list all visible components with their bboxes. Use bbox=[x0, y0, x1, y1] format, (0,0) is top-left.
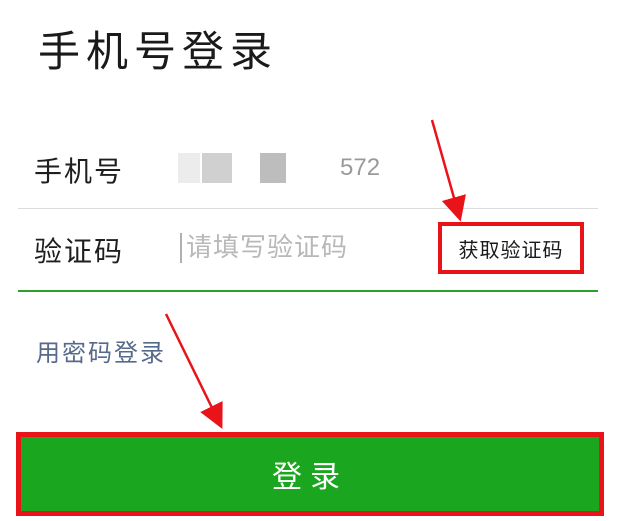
phone-number-tail: 572 bbox=[340, 154, 381, 181]
login-button[interactable]: 登录 bbox=[16, 432, 604, 516]
get-code-button[interactable]: 获取验证码 bbox=[438, 222, 584, 274]
text-caret bbox=[180, 233, 182, 263]
verification-code-input[interactable] bbox=[186, 233, 416, 263]
arrow-to-login bbox=[164, 313, 223, 429]
redaction-gap bbox=[232, 153, 260, 183]
divider-active bbox=[18, 290, 598, 292]
page-title: 手机号登录 bbox=[38, 27, 279, 76]
code-field-wrapper bbox=[180, 228, 416, 268]
redaction-blur bbox=[202, 153, 232, 183]
redaction-gap bbox=[286, 153, 336, 183]
redaction-blur bbox=[260, 153, 286, 183]
arrow-to-get-code bbox=[430, 119, 466, 222]
password-login-link[interactable]: 用密码登录 bbox=[36, 333, 166, 368]
phone-label: 手机号 bbox=[34, 155, 125, 188]
redaction-blur bbox=[178, 153, 200, 183]
phone-field[interactable]: 572 bbox=[178, 150, 380, 186]
code-label: 验证码 bbox=[34, 235, 125, 268]
divider bbox=[18, 208, 598, 209]
